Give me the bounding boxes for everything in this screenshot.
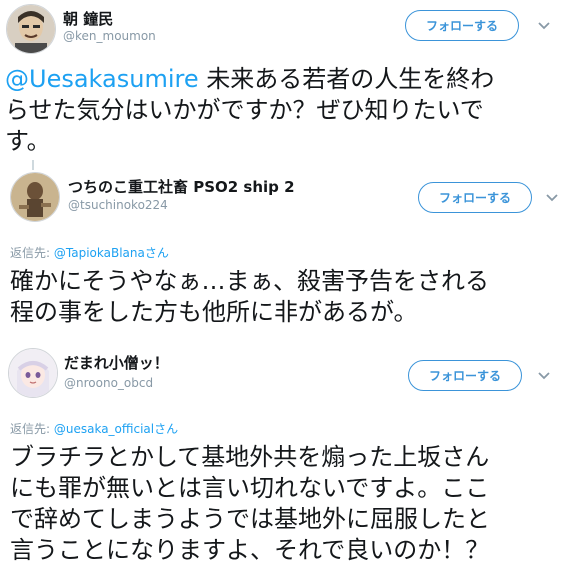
avatar-anime-icon [9, 349, 57, 397]
tweet-1: 朝 鐘民 @ken_moumon フォローする @Uesakasumire 未来… [0, 0, 577, 160]
mention-link[interactable]: @Uesakasumire [5, 65, 199, 93]
reply-to-line: 返信先: @uesaka_officialさん [10, 420, 178, 437]
tweet-text-line: にも罪が無いとは言い切れないですよ。ここ [10, 474, 490, 502]
tweet-text-line: ブラチラとかして基地外共を煽った上坂さん [10, 443, 490, 471]
avatar[interactable] [6, 4, 56, 54]
handle[interactable]: @nroono_obcd [64, 376, 153, 390]
avatar-figure-icon [11, 173, 59, 221]
handle[interactable]: @tsuchinoko224 [68, 198, 168, 212]
tweet-text-line: 言うことになりますよ、それで良いのか！？ [10, 536, 490, 564]
follow-button[interactable]: フォローする [408, 360, 522, 391]
tweet-text-line: らせた気分はいかがですか？ぜひ知りたいで [5, 96, 484, 124]
chevron-down-icon[interactable] [544, 190, 560, 206]
tweet-text: 確かにそうやなぁ…まぁ、殺害予告をされる 程の事をした方も他所に非があるが。 [10, 266, 570, 328]
tweet-text: @Uesakasumire 未来ある若者の人生を終わ らせた気分はいかがですか？… [5, 64, 570, 157]
chevron-down-icon[interactable] [536, 18, 552, 34]
avatar[interactable] [8, 348, 58, 398]
tweet-3: だまれ小僧ッ！ @nroono_obcd フォローする 返信先: @uesaka… [0, 340, 577, 573]
tweet-text-line: 未来ある若者の人生を終わ [206, 65, 495, 93]
reply-mention-link[interactable]: @uesaka_officialさん [54, 422, 178, 436]
follow-button[interactable]: フォローする [418, 182, 532, 213]
reply-prefix: 返信先: [10, 246, 51, 260]
tweet-text-line: 程の事をした方も他所に非があるが。 [10, 298, 418, 326]
display-name[interactable]: 朝 鐘民 [63, 8, 113, 29]
tweet-text-line: す。 [5, 127, 51, 155]
reply-to-line: 返信先: @TapiokaBlanaさん [10, 244, 169, 261]
tweet-text: ブラチラとかして基地外共を煽った上坂さん にも罪が無いとは言い切れないですよ。こ… [10, 442, 570, 566]
tweet-text-line: 確かにそうやなぁ…まぁ、殺害予告をされる [10, 267, 490, 295]
tweet-text-line: で辞めてしまうようでは基地外に屈服したと [10, 505, 490, 533]
reply-prefix: 返信先: [10, 422, 51, 436]
avatar-portrait-icon [7, 5, 55, 53]
follow-button[interactable]: フォローする [405, 10, 519, 41]
reply-mention-link[interactable]: @TapiokaBlanaさん [54, 246, 169, 260]
handle[interactable]: @ken_moumon [63, 29, 156, 43]
display-name[interactable]: つちのこ重工社畜 PSO2 ship 2 [68, 176, 295, 197]
chevron-down-icon[interactable] [536, 368, 552, 384]
tweet-2: つちのこ重工社畜 PSO2 ship 2 @tsuchinoko224 フォロー… [0, 168, 577, 338]
display-name[interactable]: だまれ小僧ッ！ [64, 352, 169, 373]
avatar[interactable] [10, 172, 60, 222]
